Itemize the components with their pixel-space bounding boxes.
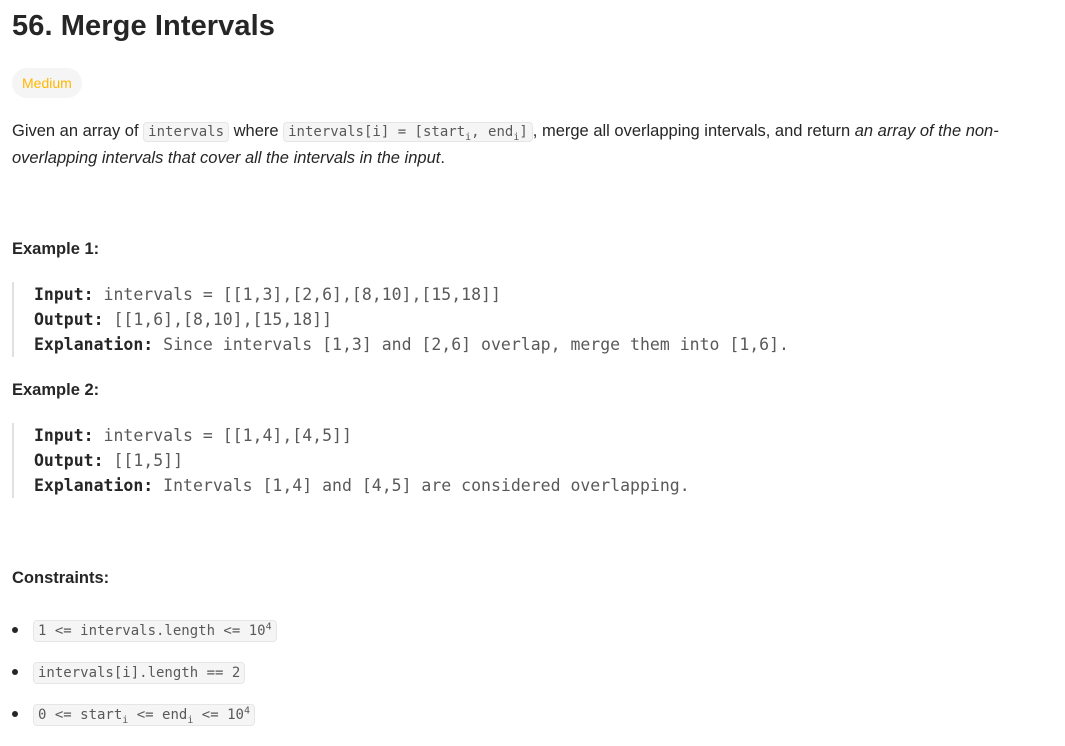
problem-title: 56. Merge Intervals <box>12 10 276 42</box>
example-1-block: Input: intervals = [[1,3],[2,6],[8,10],[… <box>12 282 789 357</box>
constraint-code: 1 <= intervals.length <= 104 <box>33 620 277 642</box>
example-1-input: Input: intervals = [[1,3],[2,6],[8,10],[… <box>34 285 501 304</box>
description-text: Given an array of <box>12 122 144 140</box>
example-1-explanation: Explanation: Since intervals [1,3] and [… <box>34 335 789 354</box>
bullet-icon <box>12 627 18 633</box>
description-text: , merge all overlapping intervals, and r… <box>532 122 855 140</box>
inline-code-intervals: intervals <box>143 122 230 142</box>
constraint-item: 1 <= intervals.length <= 104 <box>12 610 277 652</box>
bullet-icon <box>12 711 18 717</box>
constraint-code: 0 <= starti <= endi <= 104 <box>33 704 255 726</box>
example-2-input: Input: intervals = [[1,4],[4,5]] <box>34 426 352 445</box>
difficulty-badge: Medium <box>12 68 82 98</box>
example-2-explanation: Explanation: Intervals [1,4] and [4,5] a… <box>34 476 690 495</box>
constraint-item: intervals[i].length == 2 <box>12 652 277 694</box>
constraints-heading: Constraints: <box>12 569 110 587</box>
constraint-item: 0 <= starti <= endi <= 104 <box>12 694 277 736</box>
description-text: . <box>440 149 445 167</box>
inline-code-interval-definition: intervals[i] = [starti, endi] <box>283 122 533 142</box>
example-1-output: Output: [[1,6],[8,10],[15,18]] <box>34 310 333 329</box>
example-2-output: Output: [[1,5]] <box>34 451 184 470</box>
bullet-icon <box>12 669 18 675</box>
constraint-code: intervals[i].length == 2 <box>33 662 246 684</box>
description-text: where <box>229 122 284 140</box>
example-2-heading: Example 2: <box>12 381 100 399</box>
example-2-block: Input: intervals = [[1,4],[4,5]] Output:… <box>12 423 690 498</box>
constraints-list: 1 <= intervals.length <= 104 intervals[i… <box>12 610 277 736</box>
problem-description: Given an array of intervals where interv… <box>12 118 1057 171</box>
example-1-heading: Example 1: <box>12 240 100 258</box>
problem-page: 56. Merge Intervals Medium Given an arra… <box>0 0 1065 746</box>
